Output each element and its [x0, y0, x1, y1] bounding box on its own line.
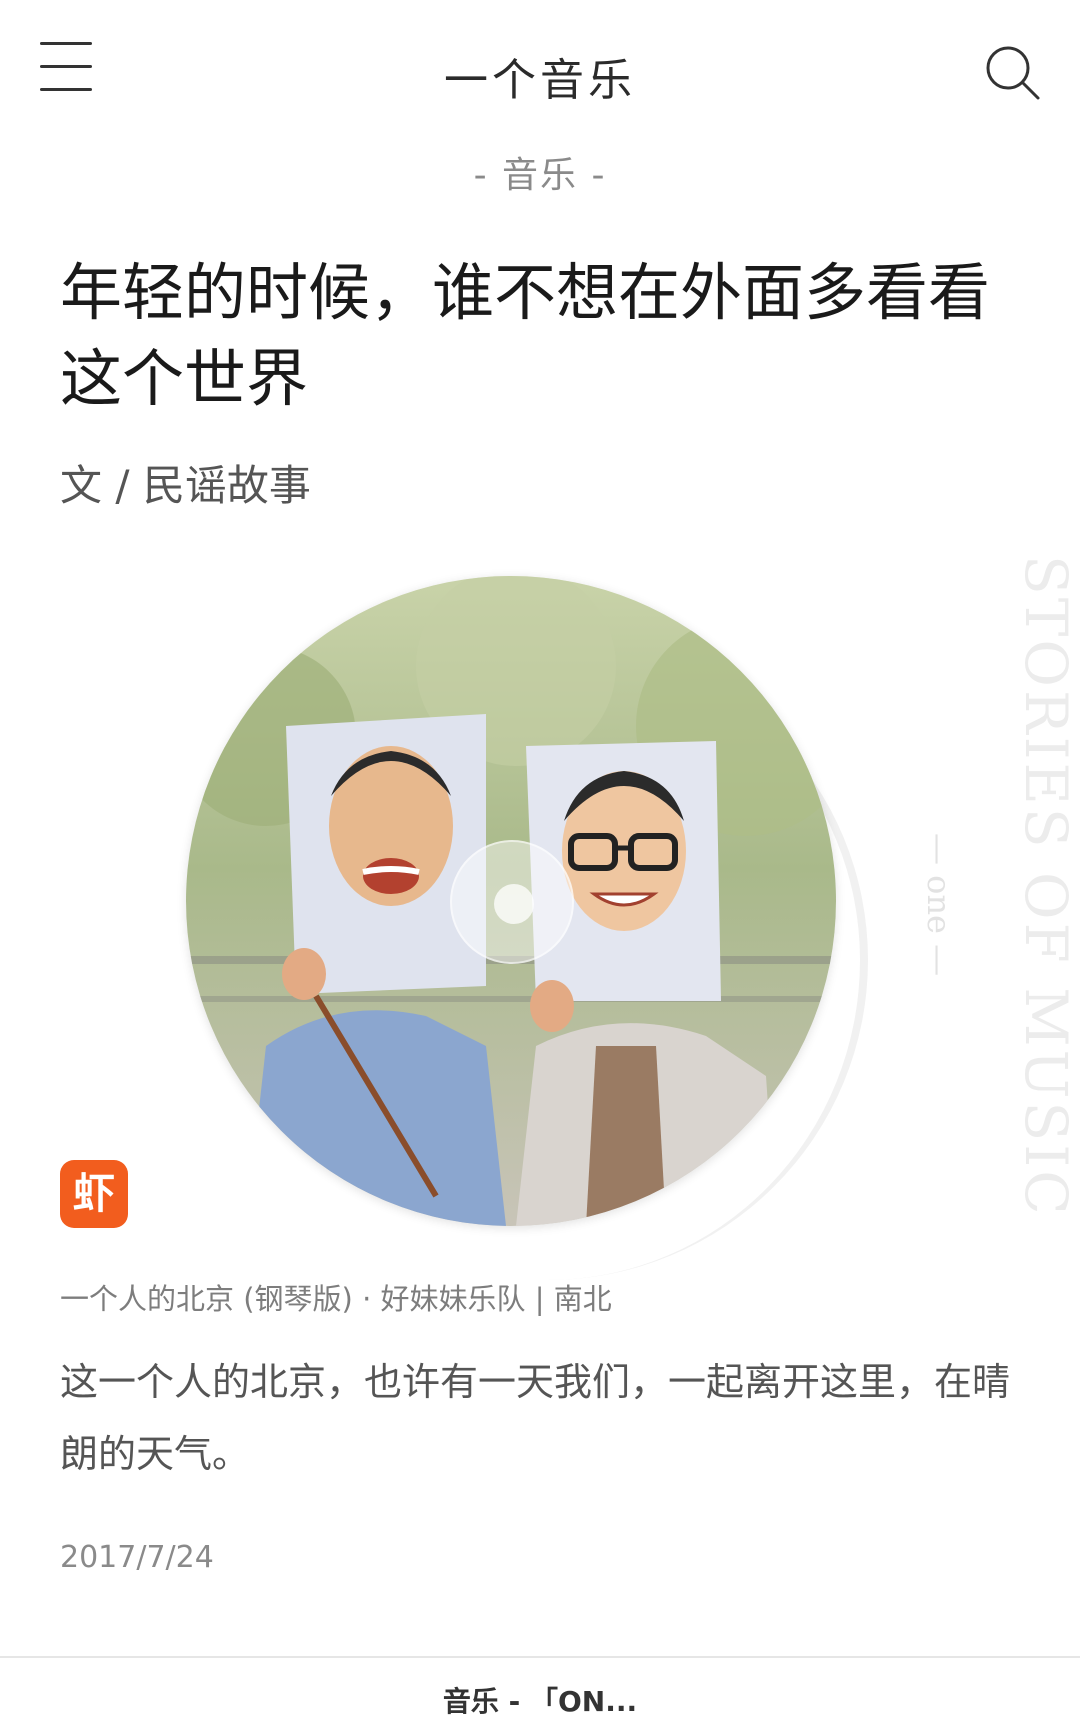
- song-info: 一个人的北京 (钢琴版) · 好妹妹乐队 | 南北: [60, 1282, 612, 1316]
- app-header: 一个音乐: [0, 0, 1080, 140]
- stories-of-music-caption: STORIES OF MUSIC: [1012, 555, 1080, 1218]
- xiami-logo-icon[interactable]: 虾: [60, 1160, 128, 1228]
- search-button[interactable]: [982, 42, 1044, 104]
- one-watermark: — one —: [920, 833, 958, 977]
- publish-date: 2017/7/24: [60, 1540, 214, 1575]
- app-title: 一个音乐: [444, 55, 636, 106]
- article-title: 年轻的时候，谁不想在外面多看看这个世界: [60, 256, 991, 415]
- music-description: 这一个人的北京，也许有一天我们，一起离开这里，在晴朗的天气。: [60, 1360, 1011, 1476]
- play-icon: [494, 884, 534, 924]
- music-article-page: 一个音乐 - 音乐 - 年轻的时候，谁不想在外面多看看这个世界 文 / 民谣故事…: [0, 0, 1080, 1728]
- search-icon: [986, 46, 1040, 100]
- article-author: 文 / 民谣故事: [60, 461, 311, 510]
- play-button[interactable]: [450, 840, 574, 964]
- section-label: - 音乐 -: [473, 155, 607, 196]
- bottom-title-bar[interactable]: 音乐 - 「ON...: [0, 1656, 1080, 1728]
- bottom-bar-title: 音乐 - 「ON...: [442, 1685, 638, 1718]
